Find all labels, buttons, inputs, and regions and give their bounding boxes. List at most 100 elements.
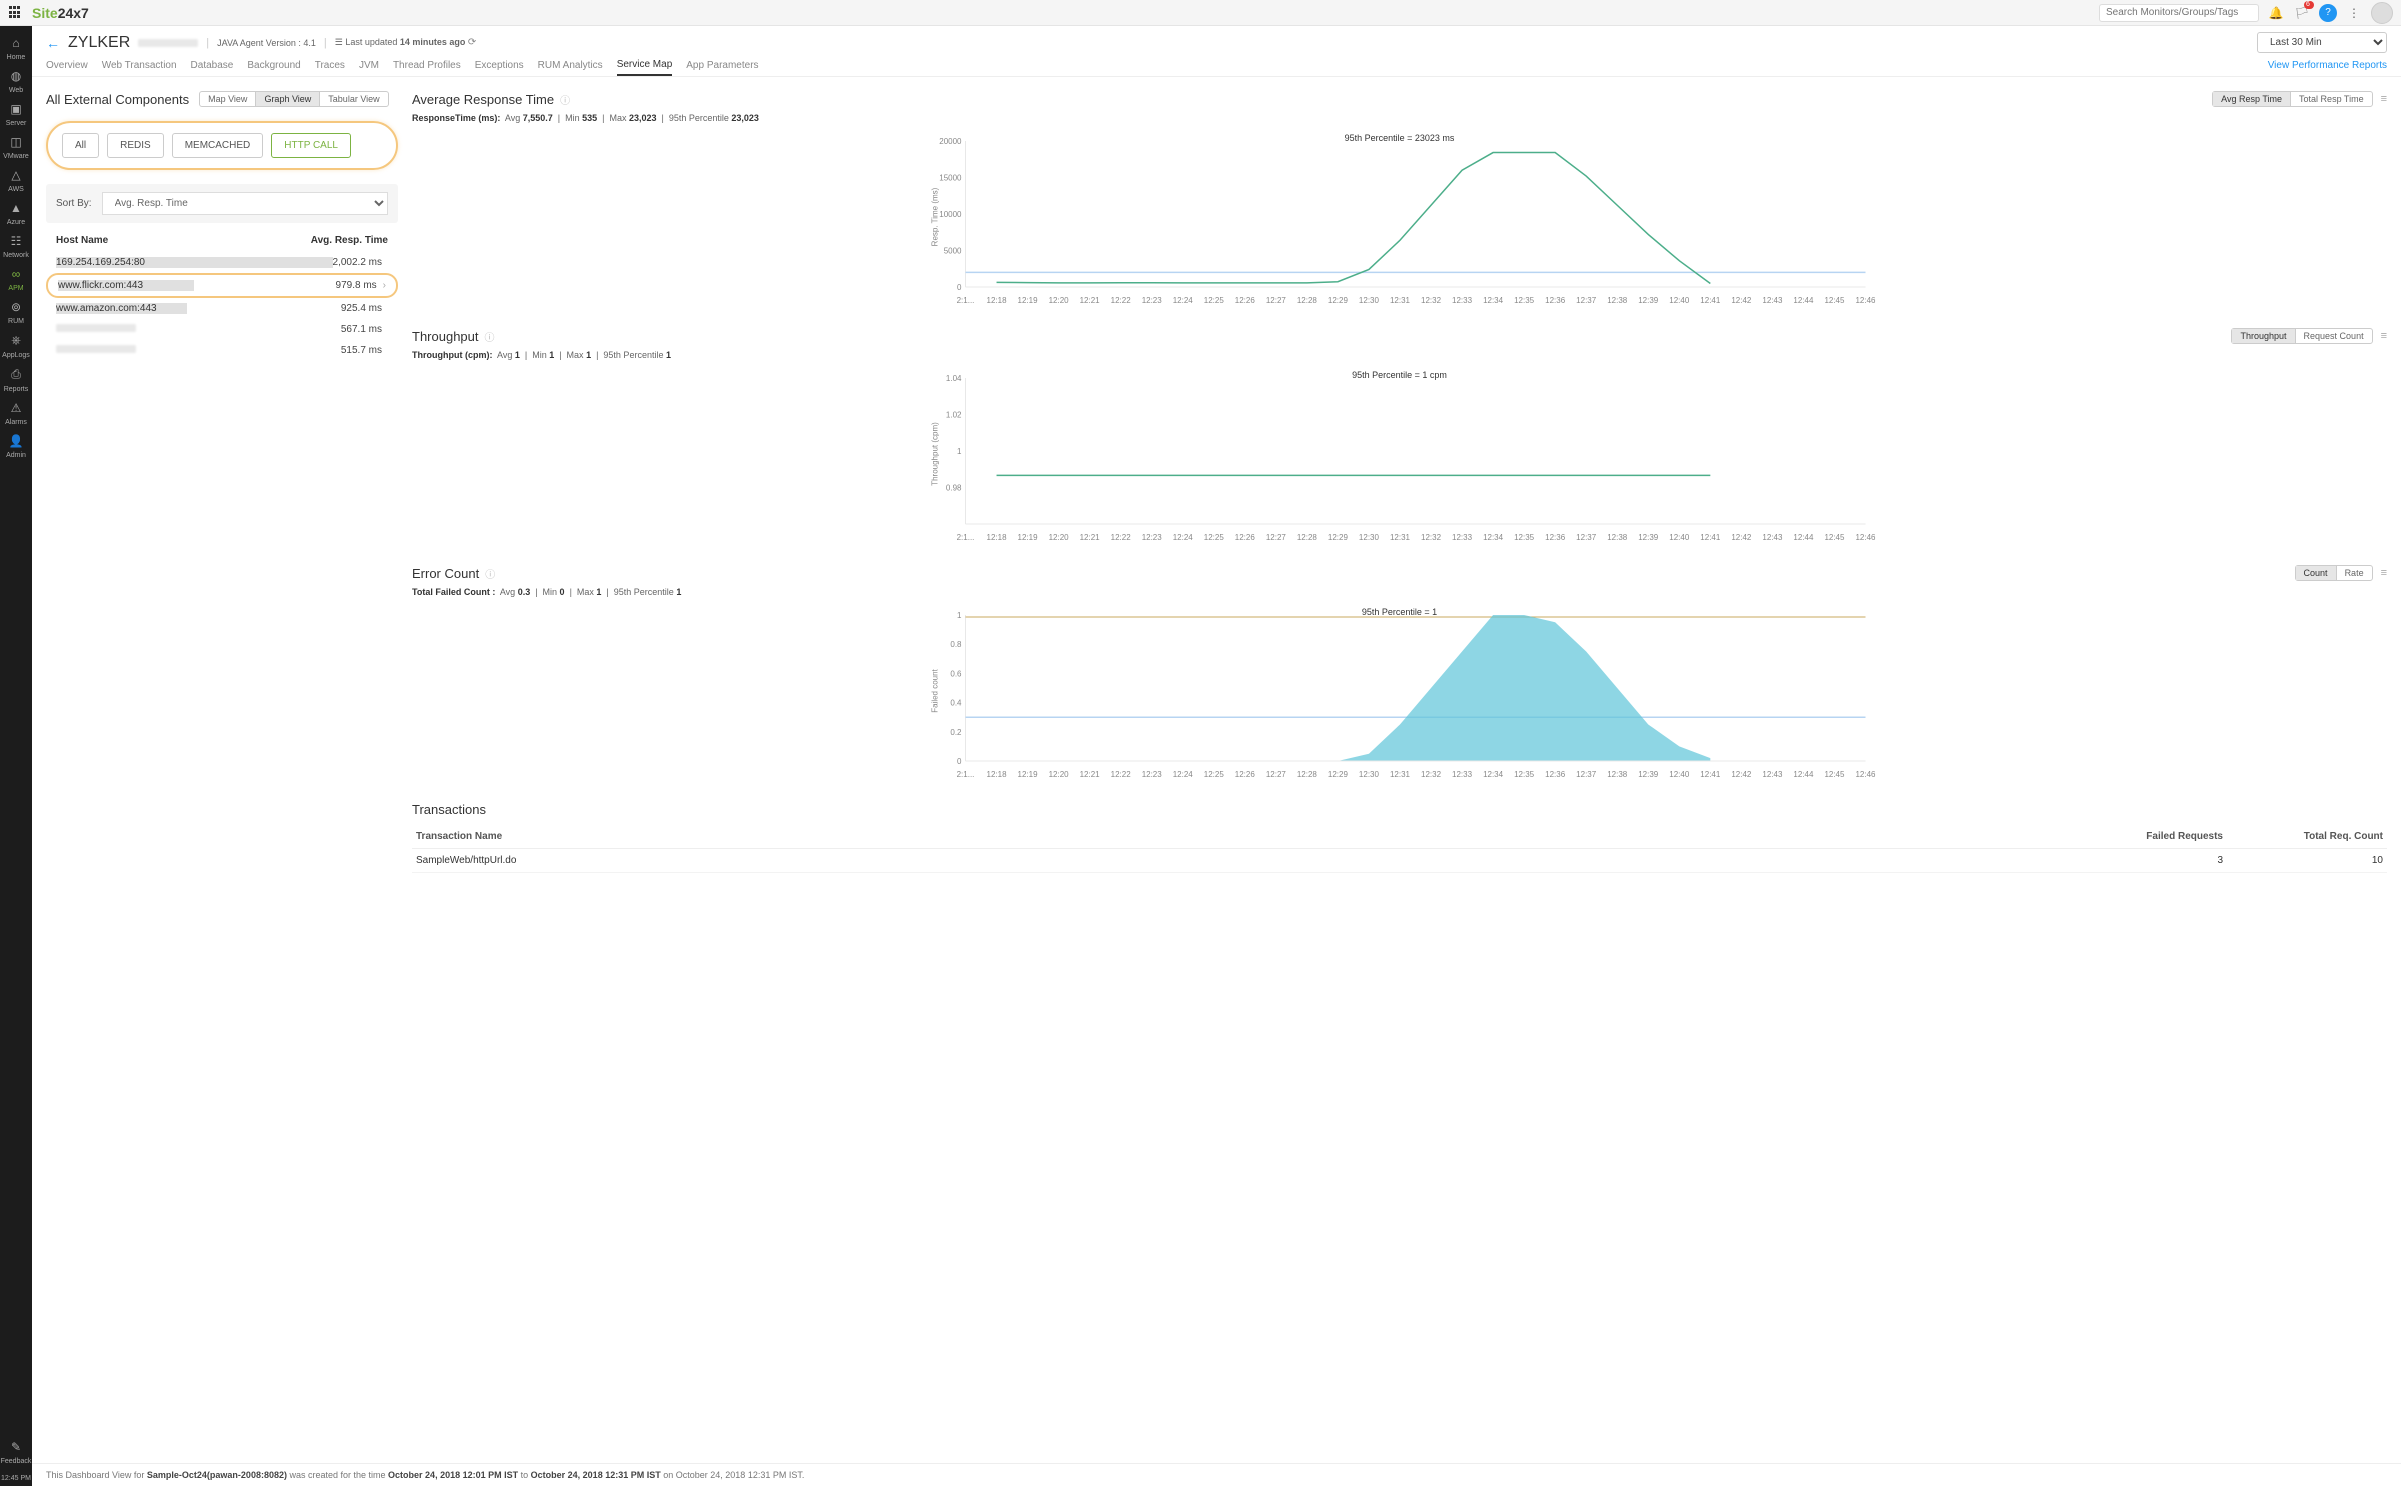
- tab-rum-analytics[interactable]: RUM Analytics: [538, 56, 603, 75]
- sidenav-item-azure[interactable]: ▲Azure: [0, 197, 32, 230]
- view-tabular-view[interactable]: Tabular View: [320, 92, 387, 106]
- error-toggle-1[interactable]: Rate: [2337, 566, 2372, 580]
- info-icon[interactable]: ⓘ: [485, 329, 495, 344]
- tab-thread-profiles[interactable]: Thread Profiles: [393, 56, 461, 75]
- svg-text:0.6: 0.6: [950, 669, 962, 678]
- throughput-toggle-1[interactable]: Request Count: [2296, 329, 2372, 343]
- svg-text:12:42: 12:42: [1731, 296, 1752, 305]
- svg-text:12:27: 12:27: [1266, 533, 1287, 542]
- svg-text:12:39: 12:39: [1638, 533, 1659, 542]
- svg-text:Failed count: Failed count: [931, 668, 940, 712]
- filter-redis[interactable]: REDIS: [107, 133, 164, 158]
- host-name: 169.254.169.254:80: [56, 257, 145, 268]
- sidenav-item-applogs[interactable]: ⎈AppLogs: [0, 329, 32, 363]
- host-row[interactable]: www.flickr.com:443979.8 ms›: [46, 273, 398, 298]
- back-icon[interactable]: ←: [46, 35, 60, 51]
- time-range-select[interactable]: Last 30 Min: [2257, 32, 2387, 53]
- sidenav-item-reports[interactable]: ⎙Reports: [0, 363, 32, 397]
- redacted-label: [138, 39, 198, 47]
- sort-label: Sort By:: [56, 198, 92, 209]
- sidenav-item-network[interactable]: ☷Network: [0, 230, 32, 263]
- sidenav-item-vmware[interactable]: ◫VMware: [0, 131, 32, 164]
- sidenav-feedback[interactable]: ✎Feedback: [0, 1436, 32, 1469]
- tab-web-transaction[interactable]: Web Transaction: [102, 56, 177, 75]
- info-icon[interactable]: ⓘ: [560, 92, 570, 107]
- help-icon[interactable]: ?: [2319, 4, 2337, 22]
- filter-memcached[interactable]: MEMCACHED: [172, 133, 264, 158]
- svg-text:12:32: 12:32: [1421, 533, 1442, 542]
- view-map-view[interactable]: Map View: [200, 92, 256, 106]
- throughput-toggle-0[interactable]: Throughput: [2232, 329, 2295, 343]
- tab-overview[interactable]: Overview: [46, 56, 88, 75]
- view-graph-view[interactable]: Graph View: [256, 92, 320, 106]
- svg-text:12:18: 12:18: [987, 533, 1008, 542]
- sidenav-item-server[interactable]: ▣Server: [0, 98, 32, 131]
- host-row[interactable]: www.amazon.com:443925.4 ms: [46, 298, 398, 319]
- transaction-row[interactable]: SampleWeb/httpUrl.do310: [412, 849, 2387, 873]
- svg-text:20000: 20000: [939, 137, 962, 146]
- sidenav-item-admin[interactable]: 👤Admin: [0, 430, 32, 463]
- sidenav-item-web[interactable]: ◍Web: [0, 65, 32, 98]
- svg-text:12:34: 12:34: [1483, 770, 1504, 779]
- error-toggle-0[interactable]: Count: [2296, 566, 2337, 580]
- response-stats: ResponseTime (ms): Avg 7,550.7 | Min 535…: [412, 113, 2387, 123]
- sidenav-item-alarms[interactable]: ⚠Alarms: [0, 397, 32, 430]
- host-row[interactable]: 515.7 ms: [46, 340, 398, 361]
- host-value: 925.4 ms: [341, 303, 388, 314]
- tab-jvm[interactable]: JVM: [359, 56, 379, 75]
- network-icon: ☷: [0, 234, 32, 248]
- chart-canvas: Failed count 00.20.40.60.812:1...12:1812…: [412, 601, 2387, 781]
- menu-icon[interactable]: ≡: [2381, 567, 2387, 579]
- sidenav-item-aws[interactable]: △AWS: [0, 164, 32, 197]
- refresh-icon[interactable]: ⟳: [468, 37, 476, 48]
- settings-icon[interactable]: ⋮: [2345, 4, 2363, 22]
- svg-text:2:1...: 2:1...: [957, 533, 975, 542]
- home-icon: ⌂: [0, 36, 32, 50]
- svg-text:12:31: 12:31: [1390, 533, 1411, 542]
- response-toggle-1[interactable]: Total Resp Time: [2291, 92, 2372, 106]
- host-value: 979.8 ms: [336, 280, 383, 291]
- svg-text:12:20: 12:20: [1049, 770, 1070, 779]
- svg-text:1.02: 1.02: [946, 411, 962, 420]
- svg-text:12:24: 12:24: [1173, 533, 1194, 542]
- tab-database[interactable]: Database: [191, 56, 234, 75]
- svg-text:0.2: 0.2: [950, 728, 962, 737]
- svg-text:12:41: 12:41: [1700, 533, 1721, 542]
- tab-service-map[interactable]: Service Map: [617, 55, 673, 76]
- svg-text:12:43: 12:43: [1762, 770, 1783, 779]
- menu-icon[interactable]: ≡: [2381, 330, 2387, 342]
- sidenav-item-home[interactable]: ⌂Home: [0, 32, 32, 65]
- avatar[interactable]: [2371, 2, 2393, 24]
- svg-text:12:30: 12:30: [1359, 770, 1380, 779]
- filter-http-call[interactable]: HTTP CALL: [271, 133, 351, 158]
- svg-text:12:25: 12:25: [1204, 770, 1225, 779]
- filter-all[interactable]: All: [62, 133, 99, 158]
- aws-icon: △: [0, 168, 32, 182]
- sidenav-item-rum[interactable]: ⊚RUM: [0, 296, 32, 329]
- tab-background[interactable]: Background: [247, 56, 300, 75]
- host-row[interactable]: 169.254.169.254:80 2,002.2 ms: [46, 252, 398, 273]
- search-input[interactable]: [2099, 4, 2259, 22]
- performance-reports-link[interactable]: View Performance Reports: [2268, 56, 2387, 75]
- tab-app-parameters[interactable]: App Parameters: [686, 56, 758, 75]
- svg-text:12:19: 12:19: [1018, 296, 1039, 305]
- tab-exceptions[interactable]: Exceptions: [475, 56, 524, 75]
- svg-text:12:44: 12:44: [1793, 770, 1814, 779]
- throughput-toggle: ThroughputRequest Count: [2231, 328, 2372, 344]
- apps-icon[interactable]: [8, 6, 22, 20]
- alerts-icon[interactable]: 🏳6: [2293, 4, 2311, 22]
- svg-text:12:26: 12:26: [1235, 533, 1256, 542]
- tab-traces[interactable]: Traces: [315, 56, 345, 75]
- bell-icon[interactable]: 🔔: [2267, 4, 2285, 22]
- svg-text:12:24: 12:24: [1173, 296, 1194, 305]
- info-icon[interactable]: ⓘ: [485, 566, 495, 581]
- sort-select[interactable]: Avg. Resp. Time: [102, 192, 388, 215]
- response-toggle-0[interactable]: Avg Resp Time: [2213, 92, 2291, 106]
- sidenav-item-apm[interactable]: ∞APM: [0, 263, 32, 296]
- col-resptime: Avg. Resp. Time: [311, 235, 388, 246]
- menu-icon[interactable]: ≡: [2381, 93, 2387, 105]
- svg-text:12:46: 12:46: [1855, 770, 1876, 779]
- host-row[interactable]: 567.1 ms: [46, 319, 398, 340]
- host-value: 2,002.2 ms: [333, 257, 388, 268]
- reports-icon: ⎙: [0, 367, 32, 382]
